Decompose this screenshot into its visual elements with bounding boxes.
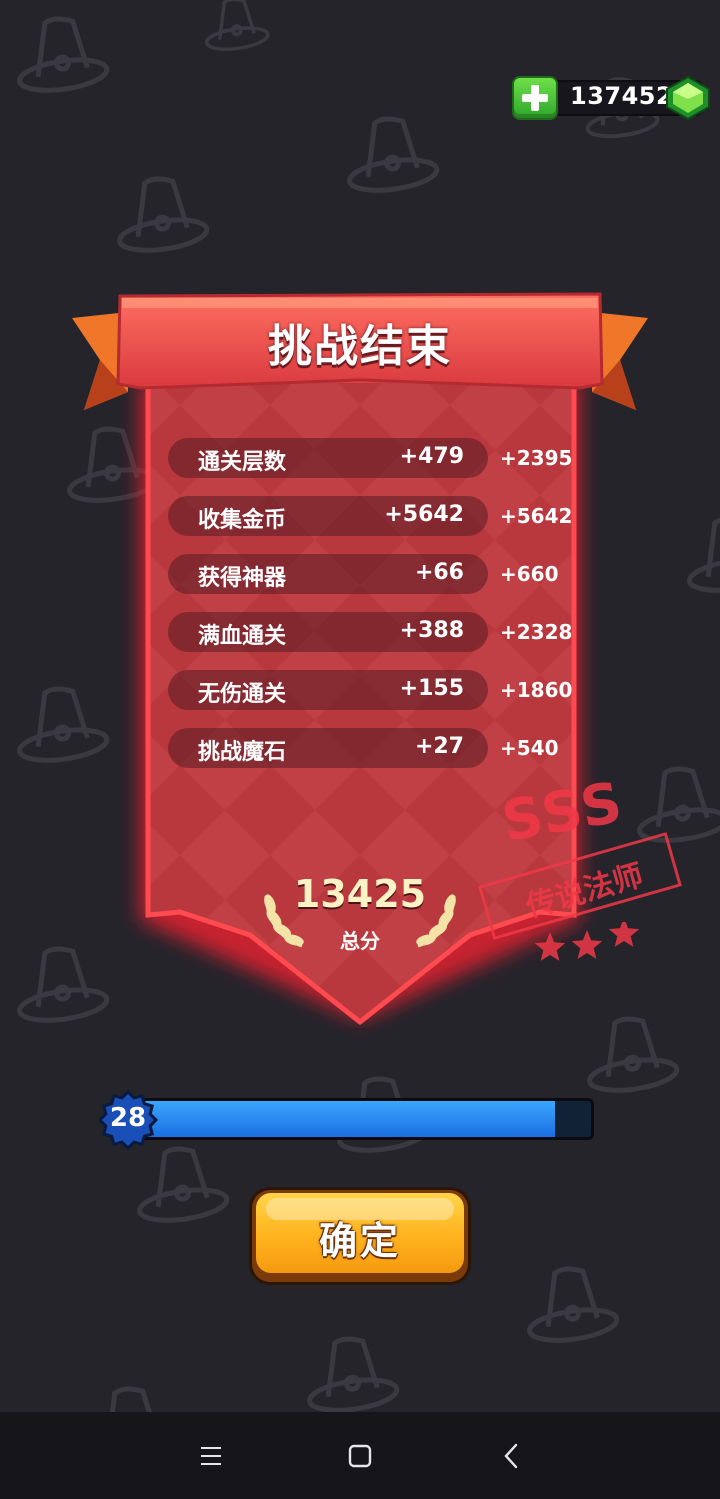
stat-bonus: +2395 bbox=[500, 446, 573, 470]
hat-pattern-icon bbox=[204, 0, 270, 51]
currency-amount: 137452 bbox=[570, 82, 674, 110]
stat-bonus: +2328 bbox=[500, 620, 573, 644]
page-title: 挑战结束 bbox=[268, 321, 452, 372]
add-currency-button[interactable] bbox=[512, 76, 558, 120]
stamp-title: 传说法师 bbox=[522, 858, 648, 925]
stat-label: 收集金币 bbox=[198, 508, 287, 533]
stat-bonus: +5642 bbox=[500, 504, 573, 528]
stat-label: 满血通关 bbox=[198, 624, 287, 649]
hat-pattern-icon bbox=[307, 1336, 400, 1412]
stat-count: +66 bbox=[414, 560, 464, 585]
system-nav-bar bbox=[0, 1412, 720, 1499]
hat-pattern-icon bbox=[105, 1386, 160, 1412]
stamp-star-icon bbox=[534, 932, 566, 961]
stat-row-artifacts: 获得神器 +66 +660 bbox=[168, 554, 588, 594]
hat-pattern-icon bbox=[527, 1266, 620, 1343]
stat-bonus: +1860 bbox=[500, 678, 573, 702]
stat-count: +5642 bbox=[384, 502, 464, 527]
stat-count: +388 bbox=[399, 618, 464, 643]
stat-label: 无伤通关 bbox=[198, 682, 287, 707]
stat-bonus: +540 bbox=[500, 736, 559, 760]
stamp-star-icon bbox=[608, 922, 640, 947]
stamp-star-icon bbox=[571, 930, 603, 959]
plus-icon bbox=[522, 85, 548, 111]
stat-label: 通关层数 bbox=[198, 450, 287, 475]
stamp-grade: SSS bbox=[497, 769, 629, 856]
stat-count: +27 bbox=[414, 734, 464, 759]
stat-label: 获得神器 bbox=[198, 566, 287, 591]
stat-row-full-hp: 满血通关 +388 +2328 bbox=[168, 612, 588, 652]
green-gem-icon bbox=[666, 75, 710, 121]
stat-count: +479 bbox=[399, 444, 464, 469]
home-square-icon[interactable] bbox=[340, 1440, 380, 1472]
stat-count: +155 bbox=[399, 676, 464, 701]
total-label: 总分 bbox=[340, 929, 380, 953]
hat-pattern-icon bbox=[137, 1146, 230, 1223]
stat-bonus: +660 bbox=[500, 562, 559, 586]
stat-label: 挑战魔石 bbox=[198, 740, 287, 765]
menu-icon[interactable] bbox=[191, 1440, 231, 1472]
level-fill bbox=[141, 1101, 555, 1137]
back-chevron-icon[interactable] bbox=[492, 1440, 532, 1472]
confirm-button[interactable]: 确定 bbox=[252, 1190, 468, 1282]
hat-pattern-icon bbox=[687, 516, 720, 593]
level-number: 28 bbox=[109, 1103, 147, 1133]
level-track bbox=[138, 1098, 594, 1140]
total-score: 13425 bbox=[293, 872, 427, 916]
confirm-label: 确定 bbox=[318, 1219, 401, 1263]
stat-row-no-damage: 无伤通关 +155 +1860 bbox=[168, 670, 588, 710]
hat-pattern-icon bbox=[17, 16, 110, 93]
rank-stamp: SSS 传说法师 bbox=[470, 770, 690, 970]
stamp-stars bbox=[534, 922, 640, 961]
currency-counter: 137452 bbox=[512, 75, 712, 121]
hat-pattern-icon bbox=[347, 116, 440, 193]
level-progress-bar: 28 bbox=[98, 1090, 598, 1150]
stat-row-magic-stone: 挑战魔石 +27 +540 bbox=[168, 728, 588, 768]
stat-row-floors: 通关层数 +479 +2395 bbox=[168, 438, 588, 478]
stat-row-coins: 收集金币 +5642 +5642 bbox=[168, 496, 588, 536]
